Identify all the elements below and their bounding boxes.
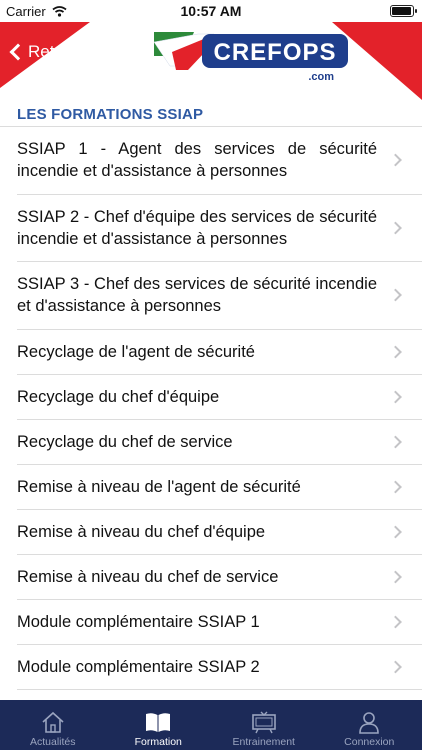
tab-formation[interactable]: Formation bbox=[106, 700, 212, 750]
chevron-right-icon bbox=[389, 525, 402, 538]
chevron-right-icon bbox=[389, 345, 402, 358]
list-item[interactable]: Remise à niveau de l'agent de sécurité bbox=[17, 465, 422, 510]
back-label: Retour bbox=[28, 42, 80, 61]
list-item-label: SSIAP 2 - Chef d'équipe des services de … bbox=[17, 207, 377, 248]
formation-list: SSIAP 1 - Agent des services de sécurité… bbox=[0, 126, 422, 690]
svg-text:CREFOPS: CREFOPS bbox=[213, 39, 336, 66]
list-item[interactable]: Recyclage de l'agent de sécurité bbox=[17, 330, 422, 375]
house-icon bbox=[42, 711, 64, 733]
list-item[interactable]: SSIAP 3 - Chef des services de sécurité … bbox=[17, 262, 422, 330]
chevron-right-icon bbox=[389, 570, 402, 583]
tab-actualites[interactable]: Actualités bbox=[0, 700, 106, 750]
tab-connexion[interactable]: Connexion bbox=[317, 700, 422, 750]
tab-label: Entrainement bbox=[232, 736, 295, 748]
chevron-right-icon bbox=[389, 435, 402, 448]
list-item-label: Remise à niveau de l'agent de sécurité bbox=[17, 477, 301, 496]
chevron-right-icon bbox=[389, 153, 402, 167]
svg-text:.com: .com bbox=[308, 71, 334, 83]
back-button[interactable]: Retour bbox=[8, 42, 79, 62]
app-header: Retour CREFOPS .com bbox=[0, 22, 422, 100]
list-item-label: Module complémentaire SSIAP 2 bbox=[17, 657, 260, 676]
chevron-right-icon bbox=[389, 390, 402, 403]
section-title: LES FORMATIONS SSIAP bbox=[17, 106, 204, 123]
chevron-right-icon bbox=[389, 615, 402, 628]
list-item[interactable]: SSIAP 2 - Chef d'équipe des services de … bbox=[17, 195, 422, 262]
list-item-label: SSIAP 1 - Agent des services de sécurité… bbox=[17, 140, 377, 180]
list-item[interactable]: SSIAP 1 - Agent des services de sécurité… bbox=[17, 127, 422, 195]
crefops-logo: CREFOPS .com bbox=[154, 32, 348, 83]
board-icon bbox=[251, 711, 276, 734]
list-item[interactable]: Remise à niveau du chef d'équipe bbox=[17, 510, 422, 555]
list-item-label: Module complémentaire SSIAP 1 bbox=[17, 612, 260, 631]
list-item-label: Recyclage du chef de service bbox=[17, 432, 233, 451]
chevron-left-icon bbox=[9, 43, 27, 61]
tab-bar: Actualités Formation Entrainement Connex… bbox=[0, 700, 422, 750]
status-bar: Carrier 10:57 AM bbox=[0, 0, 422, 22]
chevron-right-icon bbox=[389, 660, 402, 673]
battery-icon bbox=[390, 5, 417, 17]
list-item-label: Remise à niveau du chef d'équipe bbox=[17, 522, 266, 541]
book-icon bbox=[146, 713, 171, 732]
chevron-right-icon bbox=[389, 221, 402, 235]
chevron-right-icon bbox=[389, 288, 402, 302]
person-icon bbox=[359, 712, 380, 734]
tab-label: Connexion bbox=[344, 736, 395, 748]
list-item[interactable]: Module complémentaire SSIAP 1 bbox=[17, 600, 422, 645]
list-item[interactable]: Module complémentaire SSIAP 2 bbox=[17, 645, 422, 690]
list-item[interactable]: Recyclage du chef de service bbox=[17, 420, 422, 465]
list-item-label: Remise à niveau du chef de service bbox=[17, 567, 279, 586]
tab-label: Formation bbox=[134, 736, 182, 748]
chevron-right-icon bbox=[389, 480, 402, 493]
list-item-label: SSIAP 3 - Chef des services de sécurité … bbox=[17, 275, 377, 315]
list-item[interactable]: Remise à niveau du chef de service bbox=[17, 555, 422, 600]
list-item-label: Recyclage du chef d'équipe bbox=[17, 387, 220, 406]
tab-entrainement[interactable]: Entrainement bbox=[211, 700, 317, 750]
list-item-label: Recyclage de l'agent de sécurité bbox=[17, 342, 255, 361]
tab-label: Actualités bbox=[29, 736, 76, 748]
status-time: 10:57 AM bbox=[180, 3, 242, 19]
list-item[interactable]: Recyclage du chef d'équipe bbox=[17, 375, 422, 420]
